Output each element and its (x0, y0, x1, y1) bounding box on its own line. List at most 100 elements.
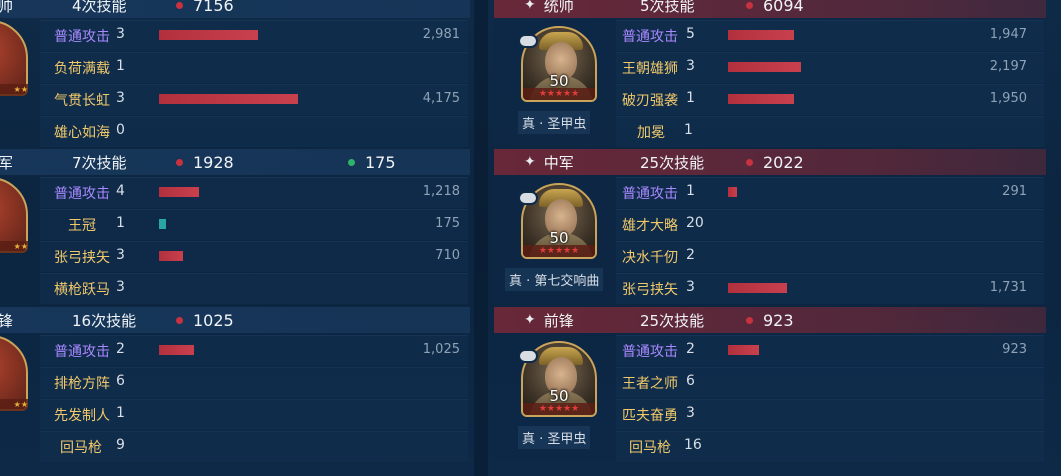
skill-use-count: 3 (116, 247, 125, 263)
skill-name: 普通攻击 (54, 29, 110, 45)
skill-use-count: 3 (686, 279, 695, 295)
skill-use-count: 3 (116, 26, 125, 42)
skill-row (616, 209, 1044, 240)
left-group-header: 帅 4次技能 7156 (0, 0, 470, 18)
damage-value: 923 (763, 310, 794, 330)
general-portrait[interactable]: ★★ (0, 20, 28, 96)
damage-value: 1,950 (989, 91, 1027, 106)
skill-name: 普通攻击 (54, 186, 110, 202)
role-name: 前锋 (543, 311, 574, 330)
damage-value: 6094 (763, 0, 804, 15)
role-label: 帅 (0, 0, 14, 15)
role-label: ✦ 统帅 (524, 0, 574, 16)
red-dot-icon (176, 158, 183, 166)
skill-use-count: 16 (684, 437, 702, 453)
four-point-star-icon: ✦ (524, 154, 536, 170)
right-group-header: ✦ 前锋 25次技能 923 (494, 307, 1046, 333)
skill-row (616, 431, 1044, 462)
skill-use-count: 6 (116, 373, 125, 389)
skill-row (40, 431, 468, 462)
damage-value: 2022 (763, 152, 804, 172)
damage-bar (728, 187, 737, 197)
skill-name: 普通攻击 (622, 186, 678, 202)
skill-name: 横枪跃马 (54, 282, 110, 298)
general-portrait[interactable]: ★★ (0, 335, 28, 411)
damage-value: 1,731 (989, 280, 1027, 295)
right-group-header: ✦ 统帅 5次技能 6094 (494, 0, 1046, 18)
skill-use-count: 3 (116, 279, 125, 295)
skill-count-label: 25次技能 (640, 153, 705, 172)
role-label: 军 (0, 153, 14, 172)
general-name: 真 · 圣甲虫 (518, 426, 591, 449)
skill-count-label: 5次技能 (640, 0, 695, 15)
skill-name: 气贯长虹 (54, 93, 110, 109)
damage-bar (728, 345, 759, 355)
damage-value: 1,025 (422, 342, 460, 357)
skill-row (616, 367, 1044, 398)
four-point-star-icon: ✦ (524, 0, 536, 13)
skill-name: 王者之师 (622, 376, 678, 392)
heal-total: 175 (348, 153, 396, 172)
red-dot-icon (746, 1, 753, 9)
heal-value: 175 (365, 152, 396, 172)
skill-name: 匹夫奋勇 (622, 408, 678, 424)
skill-use-count: 2 (686, 247, 695, 263)
general-name: 真 · 第七交响曲 (505, 268, 604, 291)
skill-name: 负荷满载 (54, 61, 110, 77)
star-rating: ★★★★★ (523, 403, 595, 415)
troop-type-icon (520, 36, 536, 46)
damage-bar (159, 219, 166, 229)
skill-use-count: 6 (686, 373, 695, 389)
skill-name: 张弓挟矢 (54, 250, 110, 266)
damage-total: 7156 (176, 0, 234, 15)
damage-value: 1,218 (422, 184, 460, 199)
damage-total: 1025 (176, 311, 234, 330)
damage-bar (728, 30, 794, 40)
skill-count-label: 16次技能 (72, 311, 137, 330)
skill-use-count: 3 (686, 405, 695, 421)
skill-use-count: 9 (116, 437, 125, 453)
skill-name: 雄才大略 (622, 218, 678, 234)
skill-use-count: 5 (686, 26, 695, 42)
skill-name: 王朝雄狮 (622, 61, 678, 77)
troop-type-icon (520, 193, 536, 203)
troop-type-icon (520, 351, 536, 361)
skill-name: 先发制人 (54, 408, 110, 424)
damage-bar (159, 251, 183, 261)
skill-use-count: 1 (686, 183, 695, 199)
star-rating: ★★★★★ (523, 88, 595, 100)
skill-use-count: 20 (686, 215, 704, 231)
damage-value: 291 (1002, 184, 1027, 199)
damage-bar (159, 30, 258, 40)
skill-name: 加冕 (637, 125, 665, 141)
damage-bar (159, 345, 194, 355)
skill-row (616, 116, 1044, 147)
damage-value: 710 (435, 248, 460, 263)
skill-name: 破刃强袭 (622, 93, 678, 109)
right-group-header: ✦ 中军 25次技能 2022 (494, 149, 1046, 175)
damage-value: 4,175 (422, 91, 460, 106)
green-dot-icon (348, 158, 355, 166)
star-rating: ★★ (0, 399, 28, 411)
damage-bar (728, 283, 787, 293)
skill-row (616, 399, 1044, 430)
skill-use-count: 1 (686, 90, 695, 106)
skill-use-count: 2 (116, 341, 125, 357)
damage-value: 2,981 (422, 27, 460, 42)
damage-value: 7156 (193, 0, 234, 15)
damage-bar (728, 62, 801, 72)
general-portrait[interactable]: ★★ (0, 177, 28, 253)
skill-name: 普通攻击 (54, 344, 110, 360)
skill-name: 普通攻击 (622, 29, 678, 45)
damage-bar (728, 94, 794, 104)
red-dot-icon (746, 158, 753, 166)
damage-value: 175 (435, 216, 460, 231)
skill-use-count: 0 (116, 122, 125, 138)
skill-count-label: 4次技能 (72, 0, 127, 15)
damage-value: 1025 (193, 310, 234, 330)
damage-total: 923 (746, 311, 794, 330)
role-label: 锋 (0, 311, 14, 330)
left-group-header: 锋 16次技能 1025 (0, 307, 470, 333)
role-label: ✦ 前锋 (524, 310, 574, 331)
damage-value: 923 (1002, 342, 1027, 357)
